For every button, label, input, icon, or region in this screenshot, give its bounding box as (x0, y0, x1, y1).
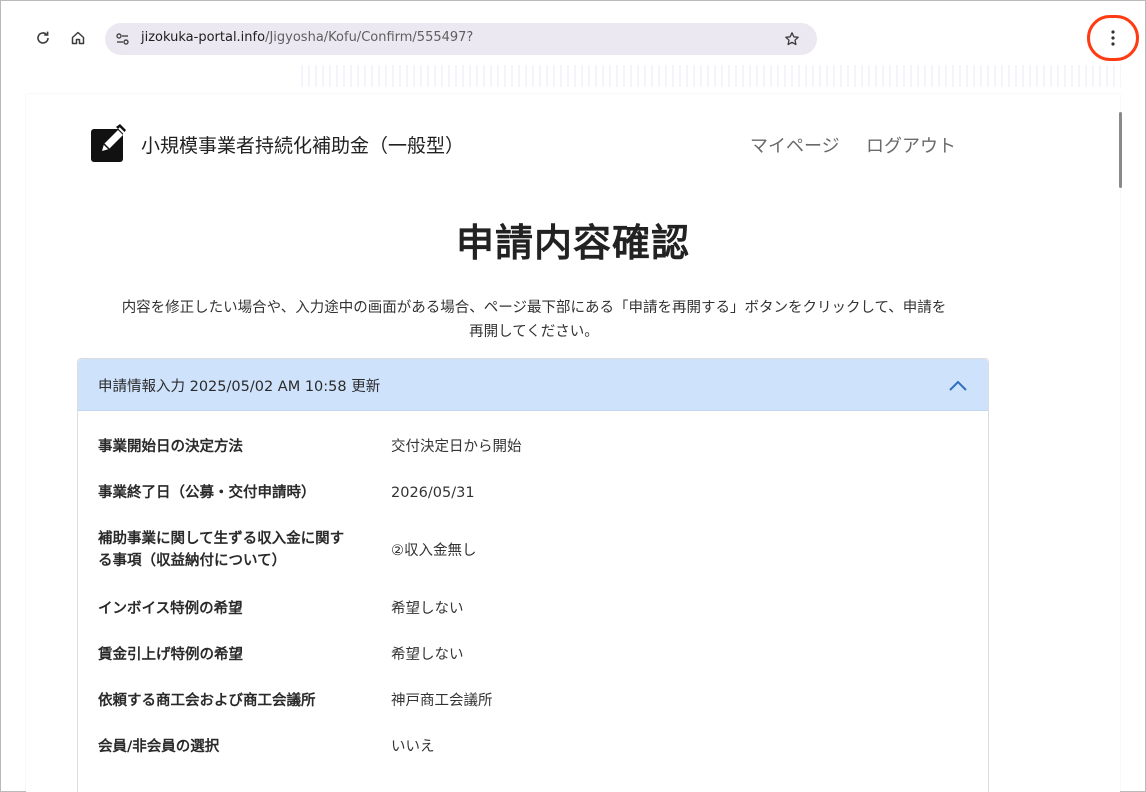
row-label-membership: 会員/非会員の選択 (98, 739, 220, 755)
star-icon[interactable] (779, 26, 805, 52)
url-host: jizokuka-portal.info (141, 30, 266, 45)
more-vert-icon[interactable] (1087, 15, 1139, 61)
address-bar[interactable]: jizokuka-portal.info/Jigyosha/Kofu/Confi… (105, 23, 817, 55)
chevron-up-icon[interactable] (946, 374, 970, 398)
section-header[interactable]: 申請情報入力 2025/05/02 AM 10:58 更新 (78, 359, 988, 411)
browser-toolbar: jizokuka-portal.info/Jigyosha/Kofu/Confi… (1, 1, 1145, 93)
row-value-start-method: 交付決定日から開始 (391, 439, 522, 455)
page-title: 申請内容確認 (455, 221, 690, 265)
row-value-chamber: 神戸商工会議所 (391, 693, 493, 709)
nav-mypage-link[interactable]: マイページ (750, 132, 840, 158)
section-header-title: 申請情報入力 2025/05/02 AM 10:58 更新 (98, 379, 381, 395)
row-label-chamber: 依頼する商工会および商工会議所 (98, 693, 316, 709)
toolbar-artifact (301, 65, 1121, 87)
row-label-income-line-2: る事項（収益納付について） (98, 553, 287, 569)
site-settings-icon[interactable] (113, 29, 133, 49)
row-value-wage: 希望しない (391, 647, 464, 663)
row-value-membership: いいえ (391, 739, 435, 755)
scrollbar[interactable] (1119, 112, 1122, 188)
row-value-end-date: 2026/05/31 (391, 485, 475, 501)
row-value-invoice: 希望しない (391, 601, 464, 617)
intro-text: 内容を修正したい場合や、入力途中の画面がある場合、ページ最下部にある「申請を再開… (76, 296, 992, 344)
url-text[interactable]: jizokuka-portal.info/Jigyosha/Kofu/Confi… (141, 30, 473, 45)
url-path: /Jigyosha/Kofu/Confirm/555497? (265, 30, 474, 45)
site-title[interactable]: 小規模事業者持続化補助金（一般型） (141, 131, 464, 158)
application-info-section: 申請情報入力 2025/05/02 AM 10:58 更新 (77, 358, 989, 792)
row-label-income-line-1: 補助事業に関して生ずる収入金に関す (98, 531, 345, 547)
row-label-start-method: 事業開始日の決定方法 (98, 439, 243, 455)
reload-icon[interactable] (29, 24, 57, 52)
intro-line-2: 再開してください。 (469, 324, 599, 340)
intro-line-1: 内容を修正したい場合や、入力途中の画面がある場合、ページ最下部にある「申請を再開… (121, 300, 947, 316)
row-label-income: 補助事業に関して生ずる収入金に関す る事項（収益納付について） (98, 528, 388, 572)
home-icon[interactable] (64, 24, 92, 52)
row-label-wage: 賃金引上げ特例の希望 (98, 647, 243, 663)
row-value-income: ②収入金無し (391, 543, 477, 559)
edit-logo-icon[interactable] (90, 123, 130, 163)
row-label-invoice: インボイス特例の希望 (98, 601, 243, 617)
nav-logout-link[interactable]: ログアウト (866, 132, 956, 158)
row-label-end-date: 事業終了日（公募・交付申請時） (98, 485, 316, 501)
